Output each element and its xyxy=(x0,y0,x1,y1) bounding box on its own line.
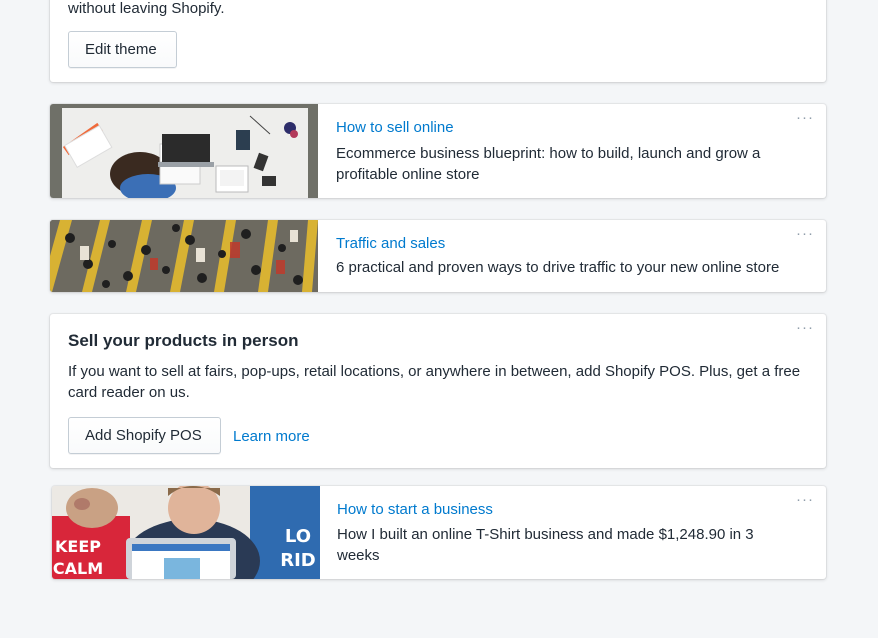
more-actions-icon[interactable]: ··· xyxy=(796,226,814,241)
theme-card: without leaving Shopify. Edit theme xyxy=(50,0,826,82)
more-actions-icon[interactable]: ··· xyxy=(796,110,814,125)
learn-more-link[interactable]: Learn more xyxy=(233,428,310,445)
article-thumbnail-crowd xyxy=(50,220,318,292)
article-body: Traffic and sales 6 practical and proven… xyxy=(336,235,806,278)
svg-text:CALM: CALM xyxy=(53,559,103,578)
svg-text:LO: LO xyxy=(285,526,311,547)
article-card-start-business[interactable]: LO RID KEEP CALM How to start a business… xyxy=(52,486,826,579)
article-title-link[interactable]: Traffic and sales xyxy=(336,235,806,252)
sell-in-person-card: Sell your products in person If you want… xyxy=(50,314,826,468)
article-thumbnail-tshirt: LO RID KEEP CALM xyxy=(52,486,320,579)
svg-text:RID: RID xyxy=(280,550,316,571)
add-shopify-pos-button[interactable]: Add Shopify POS xyxy=(68,417,221,454)
svg-text:KEEP: KEEP xyxy=(55,537,101,556)
card-title: Sell your products in person xyxy=(68,331,299,350)
article-body: How to sell online Ecommerce business bl… xyxy=(336,119,806,185)
more-actions-icon[interactable]: ··· xyxy=(796,320,814,335)
article-description: Ecommerce business blueprint: how to bui… xyxy=(336,145,761,183)
article-body: How to start a business How I built an o… xyxy=(337,501,797,566)
article-card-sell-online[interactable]: How to sell online Ecommerce business bl… xyxy=(50,104,826,198)
article-title-link[interactable]: How to start a business xyxy=(337,501,797,518)
theme-card-description: without leaving Shopify. xyxy=(68,0,225,17)
card-description: If you want to sell at fairs, pop-ups, r… xyxy=(68,363,801,401)
more-actions-icon[interactable]: ··· xyxy=(796,492,814,507)
article-description: How I built an online T-Shirt business a… xyxy=(337,526,754,564)
edit-theme-button[interactable]: Edit theme xyxy=(68,31,177,68)
article-thumbnail-desk xyxy=(50,104,318,198)
article-title-link[interactable]: How to sell online xyxy=(336,119,806,136)
article-description: 6 practical and proven ways to drive tra… xyxy=(336,259,780,276)
article-card-traffic-sales[interactable]: Traffic and sales 6 practical and proven… xyxy=(50,220,826,292)
